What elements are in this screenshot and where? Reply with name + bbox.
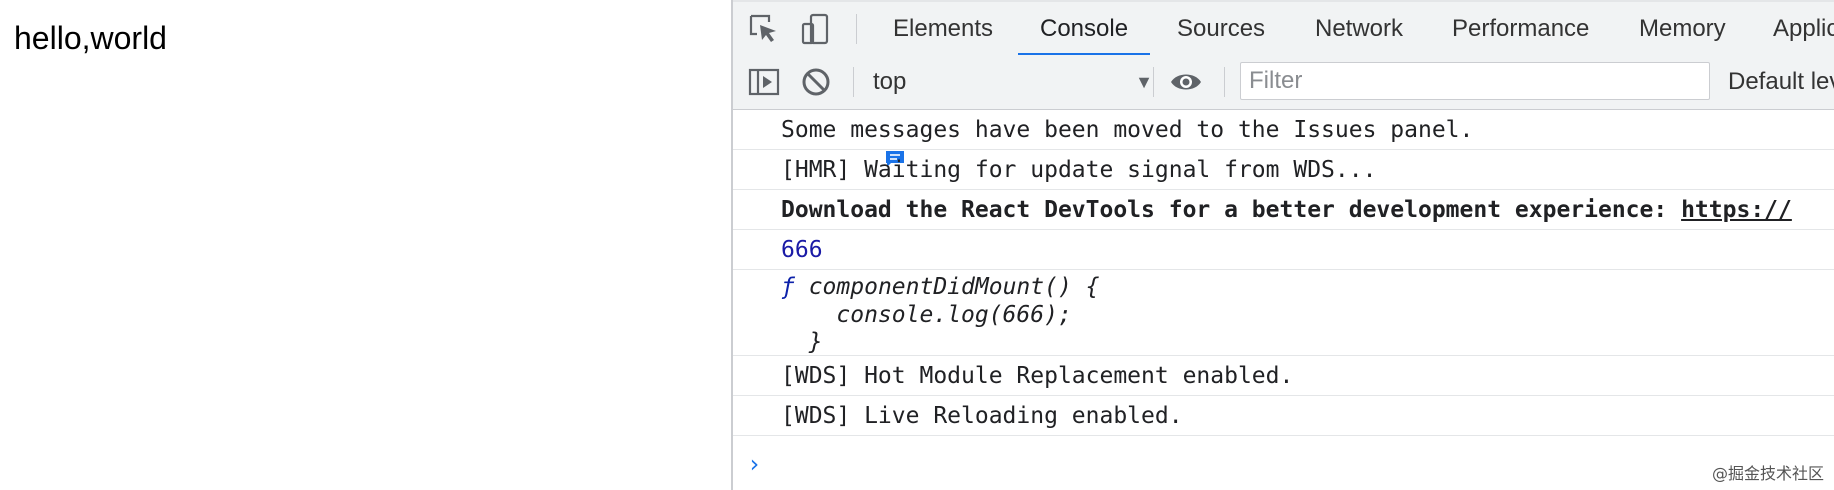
toolbar-divider [856, 14, 857, 44]
console-message: [HMR] Waiting for update signal from WDS… [733, 150, 1834, 190]
watermark: @掘金技术社区 [1711, 464, 1824, 483]
page-hello-text: hello,world [14, 20, 167, 56]
tab-console[interactable]: Console [1018, 2, 1151, 56]
console-message: ƒ componentDidMount() { console.log(666)… [733, 270, 1834, 356]
function-body: console.log(666); [781, 302, 1072, 328]
inspect-element-icon[interactable] [747, 12, 781, 46]
console-message-text: [WDS] Hot Module Replacement enabled. [781, 363, 1294, 389]
page-viewport: hello,world [0, 0, 730, 490]
toolbar-divider [1224, 67, 1225, 97]
react-devtools-link[interactable]: https:// [1681, 197, 1792, 223]
console-message: [WDS] Hot Module Replacement enabled. [733, 356, 1834, 396]
function-keyword: ƒ [781, 274, 795, 300]
eye-icon[interactable] [1169, 65, 1203, 99]
tab-elements[interactable]: Elements [871, 2, 1015, 55]
screen: hello,world Elements Console Sources Net… [0, 0, 1834, 490]
context-selector[interactable]: top ▼ [865, 63, 1165, 101]
console-message-text: Some messages have been moved to the Iss… [781, 117, 1474, 143]
context-value: top [873, 68, 907, 95]
react-devtools-text: Download the React DevTools for a better… [781, 197, 1682, 223]
device-toolbar-icon[interactable] [799, 12, 833, 46]
function-preview[interactable]: ƒ componentDidMount() { [781, 274, 1100, 300]
tab-memory[interactable]: Memory [1617, 2, 1748, 55]
devtools-tabbar: Elements Console Sources Network Perform… [733, 0, 1834, 57]
console-message: [WDS] Live Reloading enabled. [733, 396, 1834, 436]
filter-input[interactable] [1240, 62, 1710, 100]
toolbar-divider [853, 67, 854, 97]
console-message-text: Download the React DevTools for a better… [781, 197, 1792, 223]
tab-application[interactable]: Applic [1751, 2, 1834, 55]
console-message-text: [HMR] Waiting for update signal from WDS… [781, 157, 1377, 183]
console-toolbar: top ▼ Default lev [733, 55, 1834, 110]
console-message: 666 [733, 230, 1834, 270]
console-message: Some messages have been moved to the Iss… [733, 110, 1834, 167]
sidebar-toggle-icon[interactable] [747, 65, 781, 99]
dropdown-arrow-icon: ▼ [1135, 72, 1153, 92]
tab-sources[interactable]: Sources [1155, 2, 1287, 55]
log-levels-dropdown[interactable]: Default lev [1728, 55, 1834, 109]
function-closing-brace: } [781, 329, 823, 355]
console-output: Some messages have been moved to the Iss… [733, 110, 1834, 490]
tab-performance[interactable]: Performance [1430, 2, 1611, 55]
console-message-text: [WDS] Live Reloading enabled. [781, 403, 1183, 429]
toolbar-divider [1153, 67, 1154, 97]
console-message: Download the React DevTools for a better… [733, 190, 1834, 230]
tab-network[interactable]: Network [1293, 2, 1425, 55]
devtools-panel: Elements Console Sources Network Perform… [731, 0, 1834, 490]
console-number-value: 666 [781, 237, 823, 263]
console-prompt[interactable]: › [747, 450, 761, 478]
function-signature: componentDidMount() { [794, 274, 1100, 300]
clear-console-icon[interactable] [799, 65, 833, 99]
